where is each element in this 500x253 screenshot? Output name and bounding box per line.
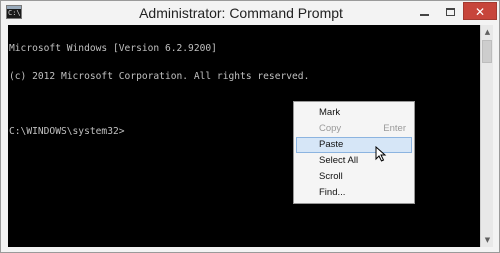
vertical-scrollbar[interactable]: ▲ ▼	[480, 25, 493, 247]
maximize-icon	[445, 7, 455, 16]
maximize-button[interactable]	[437, 2, 463, 20]
console-line: Microsoft Windows [Version 6.2.9200]	[9, 43, 217, 55]
menu-item-label: Select All	[319, 155, 359, 166]
scroll-up-icon[interactable]: ▲	[481, 25, 494, 39]
console-line: (c) 2012 Microsoft Corporation. All righ…	[9, 71, 310, 82]
menu-item-find[interactable]: Find...	[296, 185, 412, 201]
menu-item-mark[interactable]: Mark	[296, 105, 412, 121]
menu-item-copy[interactable]: Copy Enter	[296, 121, 412, 137]
menu-item-paste[interactable]: Paste	[296, 137, 412, 153]
context-menu: Mark Copy Enter Paste Select All Scroll …	[293, 101, 415, 204]
console-prompt-line: C:\WINDOWS\system32>	[9, 126, 125, 138]
title-bar[interactable]: C:\ Administrator: Command Prompt ✕	[1, 1, 499, 25]
close-button[interactable]: ✕	[463, 2, 497, 20]
menu-item-label: Copy	[319, 123, 342, 134]
mouse-pointer-icon	[375, 146, 387, 162]
window-title: Administrator: Command Prompt	[139, 5, 343, 21]
menu-item-label: Paste	[319, 139, 344, 150]
menu-item-label: Scroll	[319, 171, 343, 182]
menu-item-accelerator: Enter	[383, 123, 406, 134]
minimize-button[interactable]	[411, 2, 437, 20]
minimize-icon	[419, 13, 429, 16]
command-prompt-window: C:\ Administrator: Command Prompt ✕ Micr…	[0, 0, 500, 253]
menu-item-scroll[interactable]: Scroll	[296, 169, 412, 185]
scroll-down-icon[interactable]: ▼	[481, 233, 494, 247]
menu-item-select-all[interactable]: Select All	[296, 153, 412, 169]
console-text: Microsoft Windows [Version 6.2.9200] (c)…	[9, 26, 309, 155]
scroll-thumb[interactable]	[482, 40, 492, 63]
close-icon: ✕	[474, 5, 486, 19]
menu-item-label: Mark	[319, 107, 341, 118]
menu-item-label: Find...	[319, 187, 346, 198]
